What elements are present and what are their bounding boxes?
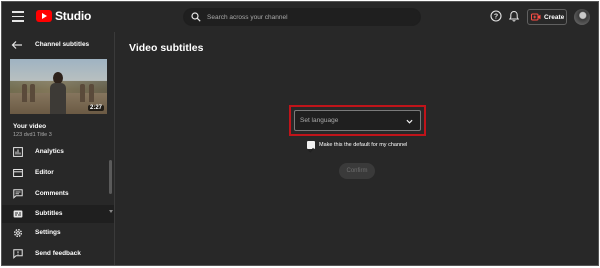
video-duration: 2:27 <box>87 105 104 111</box>
search-input[interactable] <box>207 11 415 24</box>
default-checkbox-label: Make this the default for my channel <box>319 142 408 148</box>
editor-icon <box>13 169 23 177</box>
search-icon[interactable] <box>191 12 201 22</box>
help-icon[interactable]: ? <box>490 10 502 22</box>
sidebar-item-editor[interactable]: Editor <box>2 164 114 182</box>
video-title: 123 dvd1 Title 3 <box>13 132 52 138</box>
check-icon <box>308 147 314 153</box>
sidebar-scrollbar[interactable] <box>109 160 112 194</box>
menu-icon[interactable] <box>12 11 24 23</box>
avatar[interactable] <box>574 9 590 25</box>
studio-window: Studio ? Create <box>1 1 599 266</box>
subtitles-icon <box>13 210 23 218</box>
sidebar-item-label: Send feedback <box>35 250 81 257</box>
top-bar: Studio ? Create <box>2 2 598 32</box>
search-bar[interactable] <box>183 8 421 26</box>
sidebar-item-comments[interactable]: Comments <box>2 185 114 203</box>
sidebar-item-feedback[interactable]: Send feedback <box>2 245 114 263</box>
sidebar-item-label: Settings <box>35 229 61 236</box>
sidebar-item-subtitles[interactable]: Subtitles <box>2 205 114 223</box>
bell-icon[interactable] <box>508 10 520 22</box>
feedback-icon <box>13 249 23 259</box>
sidebar-item-label: Comments <box>35 190 69 197</box>
video-thumbnail[interactable]: 2:27 <box>10 59 107 114</box>
sidebar-item-label: Analytics <box>35 148 64 155</box>
back-arrow-icon[interactable] <box>11 40 23 50</box>
video-plus-icon <box>531 13 541 21</box>
analytics-icon <box>13 147 23 157</box>
confirm-button[interactable]: Confirm <box>339 163 375 179</box>
sidebar: Channel subtitles 2:27 Your video 123 dv… <box>2 32 115 265</box>
language-select-value: Set language <box>300 117 339 124</box>
language-select[interactable]: Set language <box>294 110 421 131</box>
create-button[interactable]: Create <box>527 9 567 25</box>
sidebar-item-analytics[interactable]: Analytics <box>2 143 114 161</box>
svg-text:?: ? <box>494 14 498 21</box>
sidebar-item-label: Subtitles <box>35 210 63 217</box>
default-checkbox[interactable] <box>307 141 315 153</box>
brand-name: Studio <box>55 9 92 23</box>
create-label: Create <box>544 13 565 21</box>
comments-icon <box>13 189 23 199</box>
sidebar-title: Channel subtitles <box>35 41 90 48</box>
sidebar-item-settings[interactable]: Settings <box>2 224 114 242</box>
chevron-down-icon <box>406 119 413 124</box>
youtube-logo[interactable] <box>36 10 52 22</box>
settings-icon <box>14 229 22 237</box>
page-title: Video subtitles <box>129 42 204 54</box>
scroll-down-icon[interactable] <box>109 210 113 213</box>
video-heading: Your video <box>13 123 47 130</box>
sidebar-item-label: Editor <box>35 169 54 176</box>
